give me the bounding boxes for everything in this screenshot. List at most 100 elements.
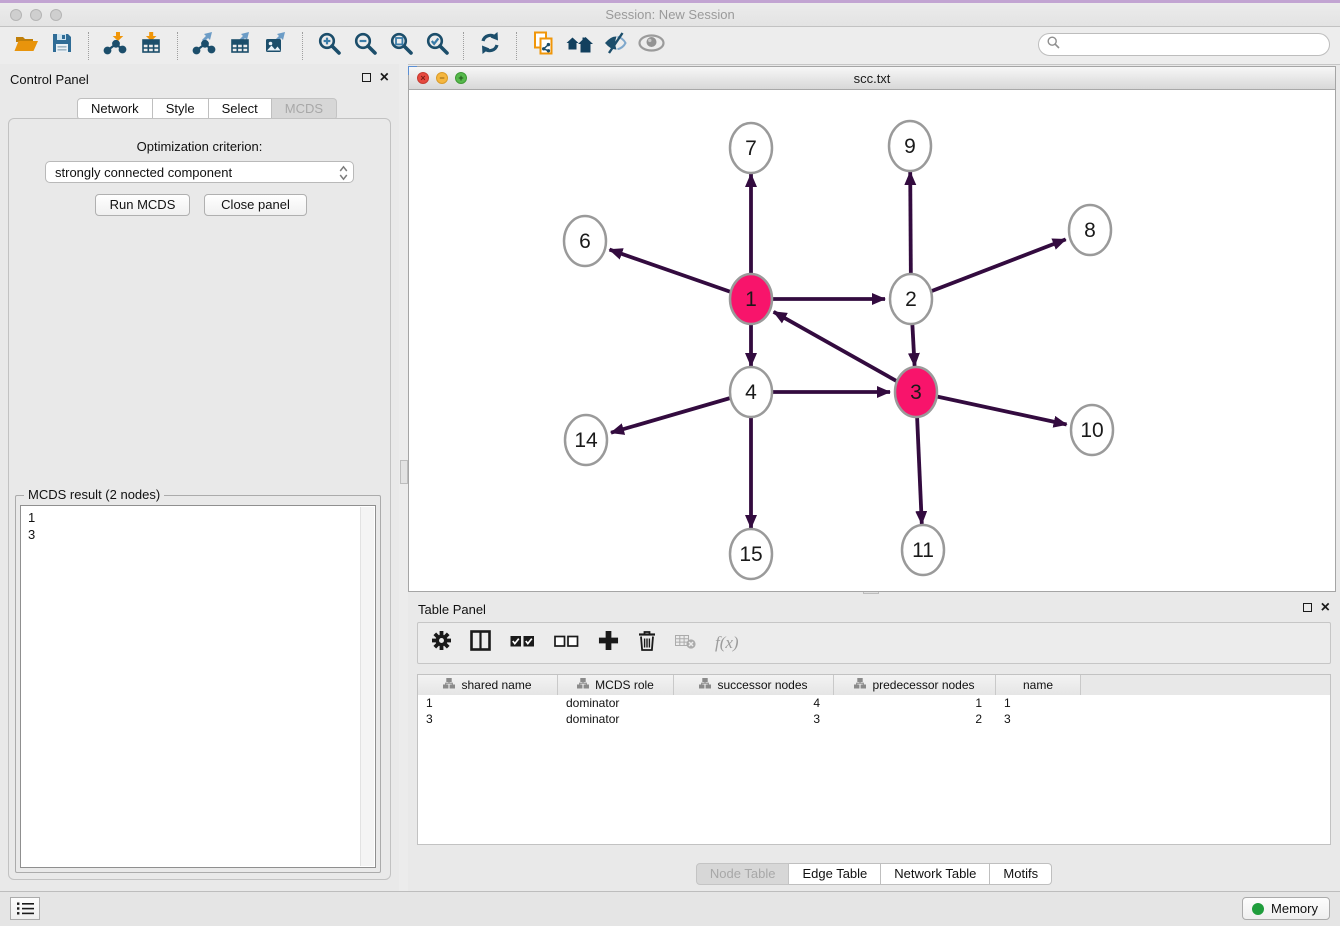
- tab-motifs[interactable]: Motifs: [990, 863, 1052, 885]
- column-header-mcds-role[interactable]: MCDS role: [558, 675, 674, 695]
- function-builder-button[interactable]: f(x): [715, 633, 739, 653]
- column-header-name[interactable]: name: [996, 675, 1081, 695]
- table-row[interactable]: 1dominator411: [418, 695, 1330, 711]
- zoom-selected-button[interactable]: [419, 30, 455, 62]
- table-header: shared name MCDS role successor nodesprede…: [418, 675, 1330, 696]
- table-row[interactable]: 3dominator323: [418, 711, 1330, 727]
- vertical-splitter-handle[interactable]: [400, 460, 408, 484]
- graph-node-7[interactable]: 7: [730, 123, 772, 173]
- toolbar-separator: [302, 32, 303, 60]
- search-box[interactable]: [1038, 33, 1330, 56]
- cell-mcds-role[interactable]: dominator: [558, 695, 674, 711]
- graph-node-3[interactable]: 3: [895, 367, 937, 417]
- column-header-shared-name[interactable]: shared name: [418, 675, 558, 695]
- control-panel: Control Panel × NetworkStyleSelectMCDS O…: [0, 64, 399, 892]
- home-button[interactable]: [561, 30, 597, 62]
- tab-network-table[interactable]: Network Table: [881, 863, 990, 885]
- run-mcds-button[interactable]: Run MCDS: [95, 194, 190, 216]
- tab-mcds[interactable]: MCDS: [272, 98, 337, 120]
- tab-node-table[interactable]: Node Table: [696, 863, 790, 885]
- search-input[interactable]: [1066, 36, 1321, 53]
- column-header-predecessor-nodes[interactable]: predecessor nodes: [834, 675, 996, 695]
- graph-edge-3-10[interactable]: [916, 392, 1067, 425]
- home-icon: [566, 33, 593, 58]
- cell-successor-nodes[interactable]: 3: [674, 711, 834, 727]
- mcds-result-box[interactable]: 1 3: [20, 505, 376, 868]
- settings-button[interactable]: [432, 631, 451, 655]
- graph-node-label: 2: [905, 288, 917, 311]
- cell-successor-nodes[interactable]: 4: [674, 695, 834, 711]
- import-table-button[interactable]: [133, 30, 169, 62]
- graph-node-6[interactable]: 6: [564, 216, 606, 266]
- export-table-icon: [228, 31, 252, 60]
- close-panel-button[interactable]: Close panel: [204, 194, 307, 216]
- zoom-out-button[interactable]: [347, 30, 383, 62]
- graph-node-4[interactable]: 4: [730, 367, 772, 417]
- zoom-fit-button[interactable]: [383, 30, 419, 62]
- float-table-panel-icon[interactable]: [1303, 603, 1312, 612]
- hide-graphics-details-icon: [603, 31, 627, 60]
- tab-network[interactable]: Network: [77, 98, 153, 120]
- graph-node-2[interactable]: 2: [890, 274, 932, 324]
- cell-predecessor-nodes[interactable]: 1: [834, 695, 996, 711]
- export-table-button[interactable]: [222, 30, 258, 62]
- duplicate-network-icon: [531, 31, 556, 61]
- cell-name[interactable]: 1: [996, 695, 1081, 711]
- column-header-label: MCDS role: [595, 678, 654, 692]
- graph-node-9[interactable]: 9: [889, 121, 931, 171]
- delete-button[interactable]: [638, 630, 656, 656]
- open-session-button[interactable]: [8, 30, 44, 62]
- columns-button[interactable]: [470, 630, 491, 656]
- open-session-icon: [13, 31, 39, 60]
- tab-select[interactable]: Select: [209, 98, 272, 120]
- import-network-button[interactable]: [97, 30, 133, 62]
- toolbar-separator: [177, 32, 178, 60]
- export-image-button[interactable]: [258, 30, 294, 62]
- vertical-splitter[interactable]: [399, 64, 408, 892]
- network-overview-button[interactable]: [633, 30, 669, 62]
- close-table-panel-icon[interactable]: ×: [1321, 602, 1330, 613]
- float-panel-icon[interactable]: [362, 73, 371, 82]
- cell-name[interactable]: 3: [996, 711, 1081, 727]
- export-network-button[interactable]: [186, 30, 222, 62]
- graph-node-8[interactable]: 8: [1069, 205, 1111, 255]
- cell-shared-name[interactable]: 1: [418, 695, 558, 711]
- cell-predecessor-nodes[interactable]: 2: [834, 711, 996, 727]
- duplicate-network-button[interactable]: [525, 30, 561, 62]
- graph-node-14[interactable]: 14: [565, 415, 607, 465]
- graph-node-1[interactable]: 1: [730, 274, 772, 324]
- zoom-in-button[interactable]: [311, 30, 347, 62]
- table-panel: Table Panel × f(x) shared nameMCDS roles…: [408, 594, 1340, 892]
- close-panel-icon[interactable]: ×: [380, 72, 389, 83]
- optimization-criterion-label: Optimization criterion:: [9, 139, 390, 154]
- graph-node-15[interactable]: 15: [730, 529, 772, 579]
- criterion-dropdown[interactable]: strongly connected component: [45, 161, 354, 183]
- memory-button[interactable]: Memory: [1242, 897, 1330, 920]
- graph-node-11[interactable]: 11: [902, 525, 944, 575]
- hide-graphics-details-button[interactable]: [597, 30, 633, 62]
- network-canvas[interactable]: 1 2 3 4 6 7 8 9 10 11 14 15: [409, 90, 1335, 591]
- select-all-button[interactable]: [510, 632, 535, 655]
- graph-edge-3-1[interactable]: [774, 312, 916, 392]
- save-session-button[interactable]: [44, 30, 80, 62]
- columns-icon: [470, 630, 491, 656]
- tab-edge-table[interactable]: Edge Table: [789, 863, 881, 885]
- main-titlebar: Session: New Session: [0, 0, 1340, 27]
- cell-mcds-role[interactable]: dominator: [558, 711, 674, 727]
- table-toolbar: f(x): [417, 622, 1331, 664]
- network-window-titlebar[interactable]: × − + scc.txt: [409, 67, 1335, 90]
- cell-shared-name[interactable]: 3: [418, 711, 558, 727]
- select-all-icon: [510, 632, 535, 655]
- result-scrollbar[interactable]: [360, 507, 374, 866]
- deselect-all-button[interactable]: [554, 632, 579, 655]
- graph-node-10[interactable]: 10: [1071, 405, 1113, 455]
- table-header-filler: [1081, 675, 1330, 695]
- refresh-button[interactable]: [472, 30, 508, 62]
- task-history-button[interactable]: [10, 897, 40, 920]
- delete-table-button[interactable]: [675, 632, 696, 654]
- column-header-successor-nodes[interactable]: successor nodes: [674, 675, 834, 695]
- add-button[interactable]: [598, 630, 619, 656]
- graph-edge-2-8[interactable]: [911, 239, 1066, 299]
- deselect-all-icon: [554, 632, 579, 655]
- tab-style[interactable]: Style: [153, 98, 209, 120]
